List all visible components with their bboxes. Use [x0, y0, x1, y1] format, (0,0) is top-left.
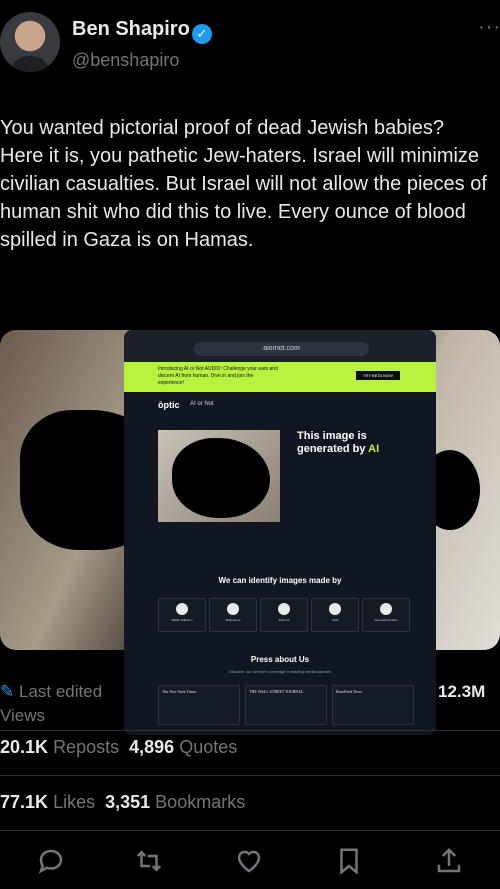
- generator-icon: [278, 603, 290, 615]
- bookmarks-label[interactable]: Bookmarks: [155, 792, 245, 812]
- likes-label[interactable]: Likes: [53, 792, 95, 812]
- quotes-label[interactable]: Quotes: [179, 737, 237, 757]
- embedded-screenshot: aiornot.com Introducing AI or Not AUDIO:…: [124, 330, 436, 735]
- banner-text: Introducing AI or Not AUDIO: Challenge y…: [158, 366, 278, 386]
- press-subheading: Discover our service's coverage in leadi…: [229, 669, 331, 674]
- generator-label: Generated Faces: [374, 618, 398, 622]
- last-edited[interactable]: ✎ Last edited: [0, 682, 102, 702]
- divider: [0, 775, 500, 776]
- generator-tile: Stable Diffusion: [158, 598, 206, 632]
- generator-label: Stable Diffusion: [171, 618, 193, 622]
- quotes-count[interactable]: 4,896: [129, 737, 174, 757]
- generator-icon: [380, 603, 392, 615]
- identify-heading: We can identify images made by: [218, 576, 342, 585]
- bookmark-icon[interactable]: [334, 846, 364, 876]
- generator-label: GAN: [331, 618, 339, 622]
- more-options-icon[interactable]: ···: [478, 16, 500, 39]
- press-card: The New York Times: [158, 685, 240, 725]
- generator-label: Midjourney: [225, 618, 241, 622]
- url-bar: aiornot.com: [194, 342, 369, 356]
- site-logo-sub: AI or Not: [190, 401, 214, 407]
- repost-quote-stats: 20.1K Reposts 4,896 Quotes: [0, 737, 237, 758]
- author-handle[interactable]: @benshapiro: [72, 50, 179, 71]
- press-outlet: The New York Times: [162, 689, 197, 694]
- image-redaction: [172, 438, 270, 518]
- likes-count[interactable]: 77.1K: [0, 792, 48, 812]
- generator-tile: DALL-E: [260, 598, 308, 632]
- press-heading: Press about Us: [250, 655, 310, 664]
- pencil-icon: ✎: [0, 682, 15, 701]
- avatar[interactable]: [0, 12, 60, 72]
- generator-label: DALL-E: [278, 618, 290, 622]
- bookmarks-count[interactable]: 3,351: [105, 792, 150, 812]
- reposts-label[interactable]: Reposts: [53, 737, 119, 757]
- author-name[interactable]: Ben Shapiro: [72, 18, 190, 41]
- generator-icon: [227, 603, 239, 615]
- generator-tile: GAN: [311, 598, 359, 632]
- generator-icon: [176, 603, 188, 615]
- site-logo: ōptic: [158, 400, 180, 410]
- result-heading: This image is generated by AI: [297, 430, 407, 456]
- press-outlet: BuzzFeed News: [336, 689, 363, 694]
- press-card: BuzzFeed News: [332, 685, 414, 725]
- tweet-text: You wanted pictorial proof of dead Jewis…: [0, 117, 487, 251]
- divider: [0, 730, 500, 731]
- share-icon[interactable]: [434, 846, 464, 876]
- reposts-count[interactable]: 20.1K: [0, 737, 48, 757]
- last-edited-label: Last edited: [18, 682, 103, 701]
- banner-button: TRY BETA NOW: [356, 371, 400, 380]
- action-bar: [0, 840, 500, 880]
- like-bookmark-stats: 77.1K Likes 3,351 Bookmarks: [0, 792, 245, 813]
- press-outlet: THE WALL STREET JOURNAL: [249, 689, 304, 694]
- repost-icon[interactable]: [134, 846, 164, 876]
- result-ai: AI: [368, 443, 380, 455]
- result-prefix: This image is generated by: [297, 430, 369, 455]
- reply-icon[interactable]: [36, 846, 66, 876]
- like-icon[interactable]: [234, 846, 264, 876]
- views-label: Views: [0, 706, 46, 725]
- press-card: THE WALL STREET JOURNAL: [245, 685, 327, 725]
- generator-tile: Midjourney: [209, 598, 257, 632]
- browser-toolbar: aiornot.com: [124, 330, 436, 362]
- promo-banner: Introducing AI or Not AUDIO: Challenge y…: [124, 362, 436, 392]
- generator-tile: Generated Faces: [362, 598, 410, 632]
- verified-badge-icon: ✓: [192, 24, 212, 44]
- divider: [0, 830, 500, 831]
- views-count: 12.3M: [438, 682, 486, 701]
- generator-icon: [329, 603, 341, 615]
